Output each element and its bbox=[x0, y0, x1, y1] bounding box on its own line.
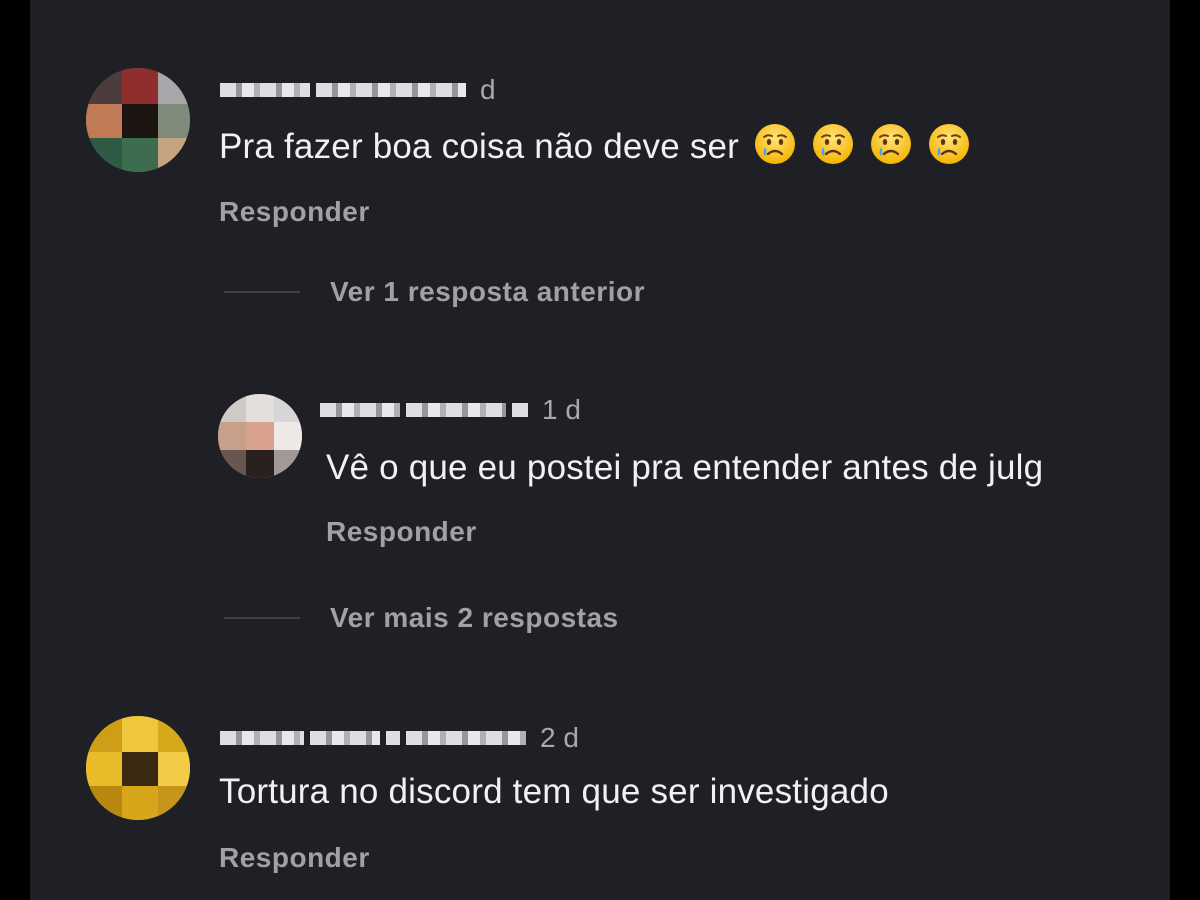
crying-face-emoji bbox=[871, 124, 912, 164]
username-redacted[interactable] bbox=[512, 403, 528, 417]
comment-text: Tortura no discord tem que ser investiga… bbox=[219, 772, 889, 811]
username-redacted[interactable] bbox=[220, 731, 304, 745]
view-previous-replies[interactable]: Ver 1 resposta anterior bbox=[224, 276, 645, 308]
comment-timestamp: 1 d bbox=[542, 394, 581, 425]
username-redacted[interactable] bbox=[386, 731, 400, 745]
comment-text: Vê o que eu postei pra entender antes de… bbox=[326, 448, 1044, 487]
view-more-replies-label: Ver mais 2 respostas bbox=[330, 602, 619, 633]
thread-line bbox=[224, 291, 300, 293]
crying-face-emoji bbox=[813, 124, 854, 164]
view-previous-replies-label: Ver 1 resposta anterior bbox=[330, 276, 645, 307]
comment-1: d Pra fazer boa coisa não deve ser Respo… bbox=[30, 0, 1170, 240]
comment-meta: 2 d bbox=[220, 720, 579, 756]
comment-text-content: Pra fazer boa coisa não deve ser bbox=[219, 127, 740, 166]
reply-button[interactable]: Responder bbox=[219, 842, 370, 874]
comment-3: 2 d Tortura no discord tem que ser inves… bbox=[30, 700, 1170, 900]
avatar[interactable] bbox=[86, 716, 190, 820]
username-redacted[interactable] bbox=[310, 731, 380, 745]
reply-button[interactable]: Responder bbox=[326, 516, 477, 548]
crying-face-emoji bbox=[755, 124, 796, 164]
username-redacted[interactable] bbox=[220, 83, 310, 97]
username-redacted[interactable] bbox=[406, 403, 506, 417]
reply-button[interactable]: Responder bbox=[219, 196, 370, 228]
username-redacted[interactable] bbox=[406, 731, 526, 745]
comment-meta: d bbox=[220, 72, 496, 108]
comment-timestamp: 2 d bbox=[540, 722, 579, 753]
comment-2-reply: 1 d Vê o que eu postei pra entender ante… bbox=[30, 380, 1170, 580]
comment-text: Pra fazer boa coisa não deve ser bbox=[219, 122, 971, 167]
comments-screen: d Pra fazer boa coisa não deve ser Respo… bbox=[30, 0, 1170, 900]
emoji-row bbox=[739, 124, 971, 166]
view-more-replies[interactable]: Ver mais 2 respostas bbox=[224, 602, 619, 634]
username-redacted[interactable] bbox=[316, 83, 466, 97]
thread-line bbox=[224, 617, 300, 619]
comment-meta: 1 d bbox=[320, 392, 581, 428]
comment-timestamp: d bbox=[480, 74, 496, 105]
crying-face-emoji bbox=[929, 124, 970, 164]
avatar[interactable] bbox=[218, 394, 302, 478]
username-redacted[interactable] bbox=[320, 403, 400, 417]
avatar[interactable] bbox=[86, 68, 190, 172]
